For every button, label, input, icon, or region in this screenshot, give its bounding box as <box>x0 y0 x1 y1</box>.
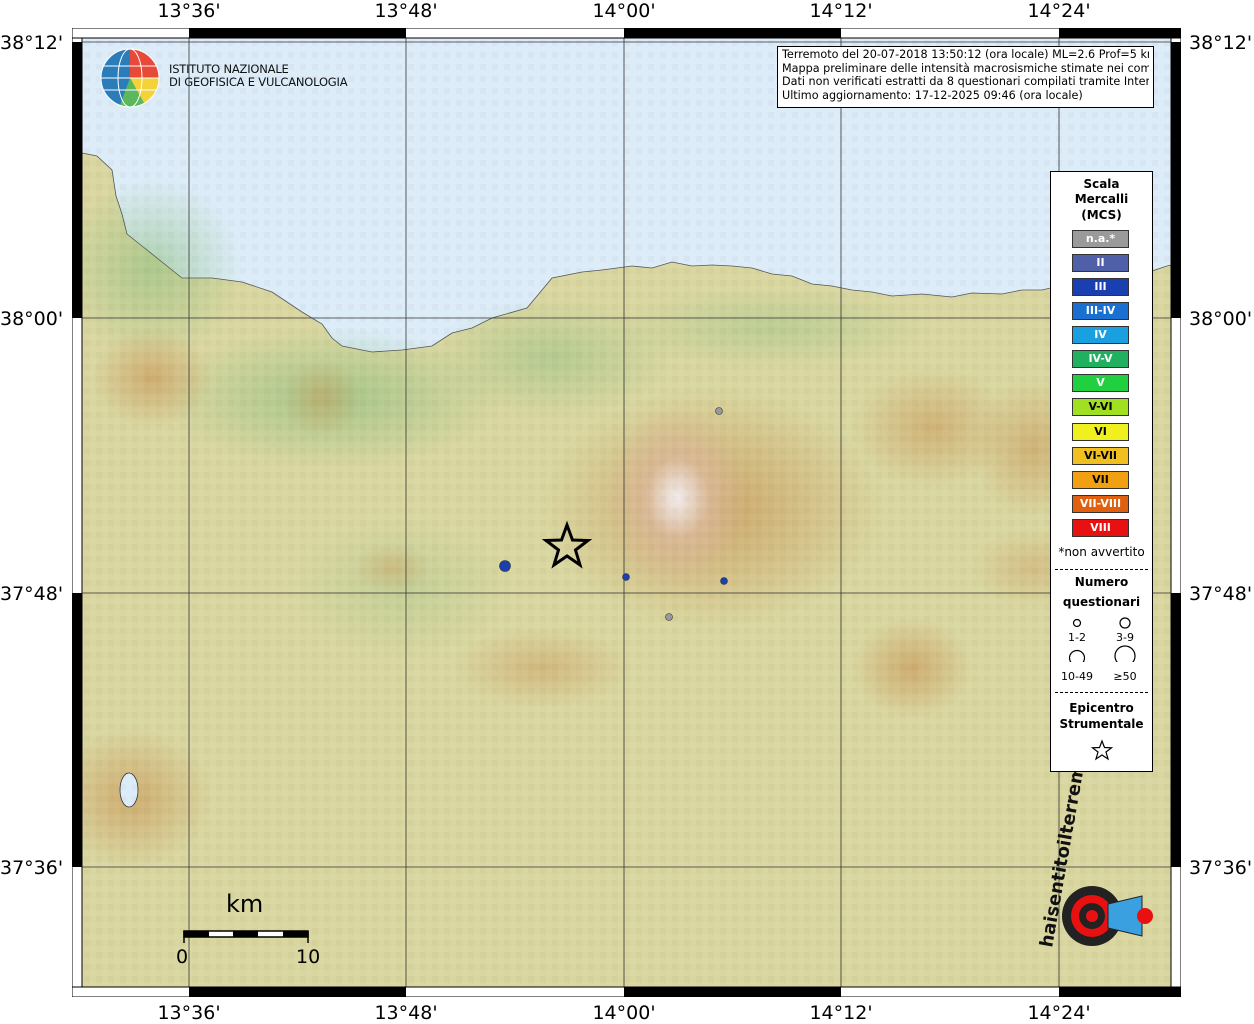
lon-tick-bottom: 13°36' <box>157 1002 221 1024</box>
lon-tick-bottom: 13°48' <box>374 1002 438 1024</box>
intensity-point <box>622 573 630 581</box>
event-info-line: Terremoto del 20-07-2018 13:50:12 (ora l… <box>782 48 1149 61</box>
count-label: 3-9 <box>1116 631 1134 644</box>
lon-tick-top: 14°24' <box>1027 0 1091 22</box>
count-label: ≥50 <box>1113 670 1137 683</box>
scale-max: 10 <box>296 946 321 968</box>
scale-unit: km <box>226 890 264 918</box>
legend-item: III <box>1072 278 1129 296</box>
intensity-point <box>715 407 723 415</box>
lat-tick-right: 37°48' <box>1189 583 1253 605</box>
lat-tick-right: 38°12' <box>1189 32 1253 54</box>
legend-item: VIII <box>1072 519 1129 537</box>
legend-note: *non avvertito <box>1058 545 1145 559</box>
ingv-globe-logo <box>100 48 160 108</box>
legend-item: IV-V <box>1072 350 1129 368</box>
lat-tick-right: 38°00' <box>1189 308 1253 330</box>
epicenter-title: Epicentro <box>1069 701 1134 715</box>
count-title: Numero <box>1074 575 1129 589</box>
legend-item: III-IV <box>1072 302 1129 320</box>
ingv-name: ISTITUTO NAZIONALE DI GEOFISICA E VULCAN… <box>169 63 348 89</box>
star-icon <box>1091 739 1113 761</box>
legend-item: VI <box>1072 423 1129 441</box>
lon-tick-bottom: 14°12' <box>809 1002 873 1024</box>
map-area[interactable]: haisentitoilterremoto.it <box>52 27 1182 998</box>
count-label: 1-2 <box>1068 631 1086 644</box>
intensity-point <box>499 560 511 572</box>
event-info-box: Terremoto del 20-07-2018 13:50:12 (ora l… <box>777 46 1154 108</box>
legend-item: V <box>1072 374 1129 392</box>
intensity-point <box>665 613 673 621</box>
count-label: 10-49 <box>1061 670 1093 683</box>
event-info-line: Mappa preliminare delle intensità macros… <box>782 61 1149 75</box>
legend-item: n.a.* <box>1072 230 1129 248</box>
legend-item: VI-VII <box>1072 447 1129 465</box>
legend-divider <box>1055 692 1148 693</box>
map-svg: haisentitoilterremoto.it <box>52 27 1182 998</box>
scale-min: 0 <box>176 946 189 968</box>
intensity-point <box>720 577 728 585</box>
count-title: questionari <box>1062 595 1141 609</box>
legend-item: IV <box>1072 326 1129 344</box>
lon-tick-top: 13°36' <box>157 0 221 22</box>
lat-tick-left: 37°48' <box>0 583 64 605</box>
legend-divider <box>1055 569 1148 570</box>
lon-tick-top: 13°48' <box>374 0 438 22</box>
legend: Scala Mercalli (MCS) n.a.* II III III-IV… <box>1050 171 1153 772</box>
lon-tick-bottom: 14°00' <box>592 1002 656 1024</box>
lon-tick-top: 14°00' <box>592 0 656 22</box>
lon-tick-bottom: 14°24' <box>1027 1002 1091 1024</box>
lat-tick-left: 38°12' <box>0 32 64 54</box>
lon-tick-top: 14°12' <box>809 0 873 22</box>
legend-item: II <box>1072 254 1129 272</box>
legend-title: (MCS) <box>1081 208 1122 222</box>
epicenter-title: Strumentale <box>1059 717 1144 731</box>
lat-tick-left: 37°36' <box>0 857 64 879</box>
event-info-line: Ultimo aggiornamento: 17-12-2025 09:46 (… <box>782 88 1083 102</box>
legend-title: Scala <box>1083 177 1120 191</box>
legend-item: V-VI <box>1072 398 1129 416</box>
lat-tick-left: 38°00' <box>0 308 64 330</box>
legend-title: Mercalli <box>1074 192 1129 206</box>
legend-item: VII <box>1072 471 1129 489</box>
lat-tick-right: 37°36' <box>1189 857 1253 879</box>
legend-item: VII-VIII <box>1072 495 1129 513</box>
event-info-line: Dati non verificati estratti da 8 questi… <box>782 75 1149 89</box>
ingv-name-line2: DI GEOFISICA E VULCANOLOGIA <box>169 75 348 89</box>
